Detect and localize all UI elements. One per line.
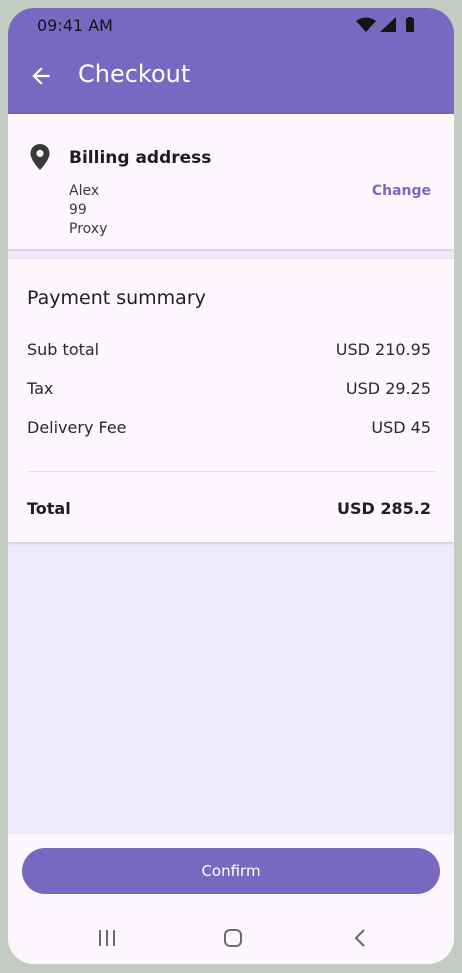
payment-summary-card: Payment summary Sub total USD 210.95 Tax… <box>8 259 454 542</box>
status-icons <box>356 17 426 37</box>
divider <box>27 471 437 472</box>
summary-row-label: Delivery Fee <box>27 418 127 437</box>
home-icon[interactable] <box>222 927 244 949</box>
signal-icon <box>380 17 396 32</box>
summary-row-label: Tax <box>27 379 54 398</box>
app-bar: Checkout <box>8 42 454 114</box>
phone-screen: 09:41 AM Checkout Billing address Alex 9… <box>8 8 454 964</box>
nav-back-icon[interactable] <box>350 927 372 949</box>
status-time: 09:41 AM <box>37 16 113 35</box>
total-label: Total <box>27 499 71 518</box>
wifi-signal-battery-icons <box>356 17 414 32</box>
summary-row-subtotal: Sub total USD 210.95 <box>27 340 431 359</box>
location-pin-icon <box>30 144 50 170</box>
status-bar: 09:41 AM <box>8 8 454 42</box>
battery-icon <box>406 18 414 32</box>
billing-name: Alex <box>69 183 100 199</box>
summary-row-value: USD 29.25 <box>345 379 431 398</box>
summary-row-value: USD 210.95 <box>335 340 431 359</box>
summary-total-row: Total USD 285.2 <box>27 499 431 518</box>
wifi-icon <box>356 17 376 32</box>
change-address-button[interactable]: Change <box>372 183 431 199</box>
billing-address-line3: Proxy <box>69 221 108 237</box>
summary-row-tax: Tax USD 29.25 <box>27 379 431 398</box>
bottom-bar: Confirm <box>8 834 454 964</box>
billing-address-title: Billing address <box>69 148 212 168</box>
payment-summary-title: Payment summary <box>27 287 206 309</box>
billing-address-card: Billing address Alex 99 Proxy Change <box>8 114 454 249</box>
billing-address-line2: 99 <box>69 202 87 218</box>
page-title: Checkout <box>78 60 191 88</box>
summary-row-delivery-fee: Delivery Fee USD 45 <box>27 418 431 437</box>
recents-icon[interactable] <box>96 927 118 949</box>
arrow-back-icon[interactable] <box>28 63 54 89</box>
confirm-button[interactable]: Confirm <box>22 848 440 894</box>
summary-row-label: Sub total <box>27 340 100 359</box>
summary-row-value: USD 45 <box>371 418 431 437</box>
total-value: USD 285.2 <box>337 499 431 518</box>
